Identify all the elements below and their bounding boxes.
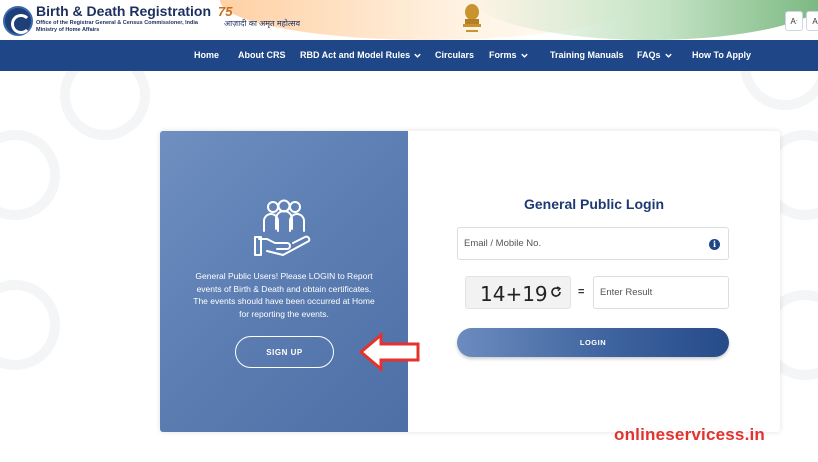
nav-how-to-apply[interactable]: How To Apply (692, 40, 751, 71)
captcha-result-field (593, 276, 729, 309)
site-watermark-text: onlineservicess.in (614, 425, 766, 444)
font-decrease-button[interactable]: A- (785, 11, 803, 31)
azadi-number: 75 (218, 4, 233, 19)
captcha-box: 14+19 (465, 276, 571, 309)
nav-circulars-label: Circulars (435, 50, 475, 60)
chevron-down-icon (664, 53, 672, 58)
chevron-down-icon (520, 53, 528, 58)
brand-subtitle-line1: Office of the Registrar General & Census… (36, 20, 198, 26)
azadi-ka-amrit-mahotsav-logo: 75 आज़ादी का अमृत महोत्सव (218, 4, 300, 36)
watermark-circle (0, 280, 60, 370)
nav-about-crs-label: About CRS (238, 50, 286, 60)
font-normal-button[interactable]: A (806, 11, 818, 31)
info-panel: General Public Users! Please LOGIN to Re… (160, 131, 408, 432)
login-title: General Public Login (523, 196, 665, 212)
font-normal-label: A (812, 16, 818, 26)
nav-home[interactable]: Home (194, 40, 219, 71)
email-input[interactable] (464, 228, 694, 259)
red-arrow-annotation-icon (359, 332, 420, 372)
people-hand-icon (254, 199, 311, 256)
captcha-result-input[interactable] (600, 277, 724, 308)
chevron-down-icon (414, 53, 421, 58)
login-button[interactable]: LOGIN (457, 328, 729, 357)
nav-training-manuals-label: Training Manuals (550, 50, 624, 60)
login-card: General Public Users! Please LOGIN to Re… (160, 131, 780, 432)
national-emblem-icon (463, 4, 481, 32)
azadi-text: आज़ादी का अमृत महोत्सव (224, 19, 301, 28)
nav-forms-label: Forms (489, 50, 517, 60)
nav-circulars[interactable]: Circulars (435, 40, 474, 71)
nav-how-to-apply-label: How To Apply (692, 50, 751, 60)
captcha-text: 14+19 (480, 282, 548, 306)
brand-subtitle-line2: Ministry of Home Affairs (36, 27, 100, 33)
brand-subtitle: Office of the Registrar General & Census… (36, 20, 198, 34)
nav-home-label: Home (194, 50, 220, 60)
crs-logo[interactable] (3, 6, 33, 36)
info-message: General Public Users! Please LOGIN to Re… (193, 271, 375, 319)
nav-about-crs[interactable]: About CRS (238, 40, 286, 71)
equals-sign: = (578, 286, 585, 298)
info-icon[interactable]: i (709, 239, 720, 250)
nav-training-manuals[interactable]: Training Manuals (550, 40, 624, 71)
nav-faqs[interactable]: FAQs (637, 40, 673, 71)
brand-title: Birth & Death Registration (36, 3, 212, 19)
watermark-circle (0, 130, 60, 220)
nav-rbd-act-label: RBD Act and Model Rules (300, 50, 411, 60)
site-header: Birth & Death Registration Office of the… (0, 0, 818, 40)
nav-forms[interactable]: Forms (489, 40, 529, 71)
nav-rbd-act[interactable]: RBD Act and Model Rules (300, 40, 422, 71)
refresh-icon[interactable] (549, 285, 563, 299)
email-field: i (457, 227, 729, 260)
nav-faqs-label: FAQs (637, 50, 661, 60)
signup-button[interactable]: SIGN UP (235, 336, 334, 368)
main-nav: Home About CRS RBD Act and Model Rules C… (0, 40, 818, 71)
